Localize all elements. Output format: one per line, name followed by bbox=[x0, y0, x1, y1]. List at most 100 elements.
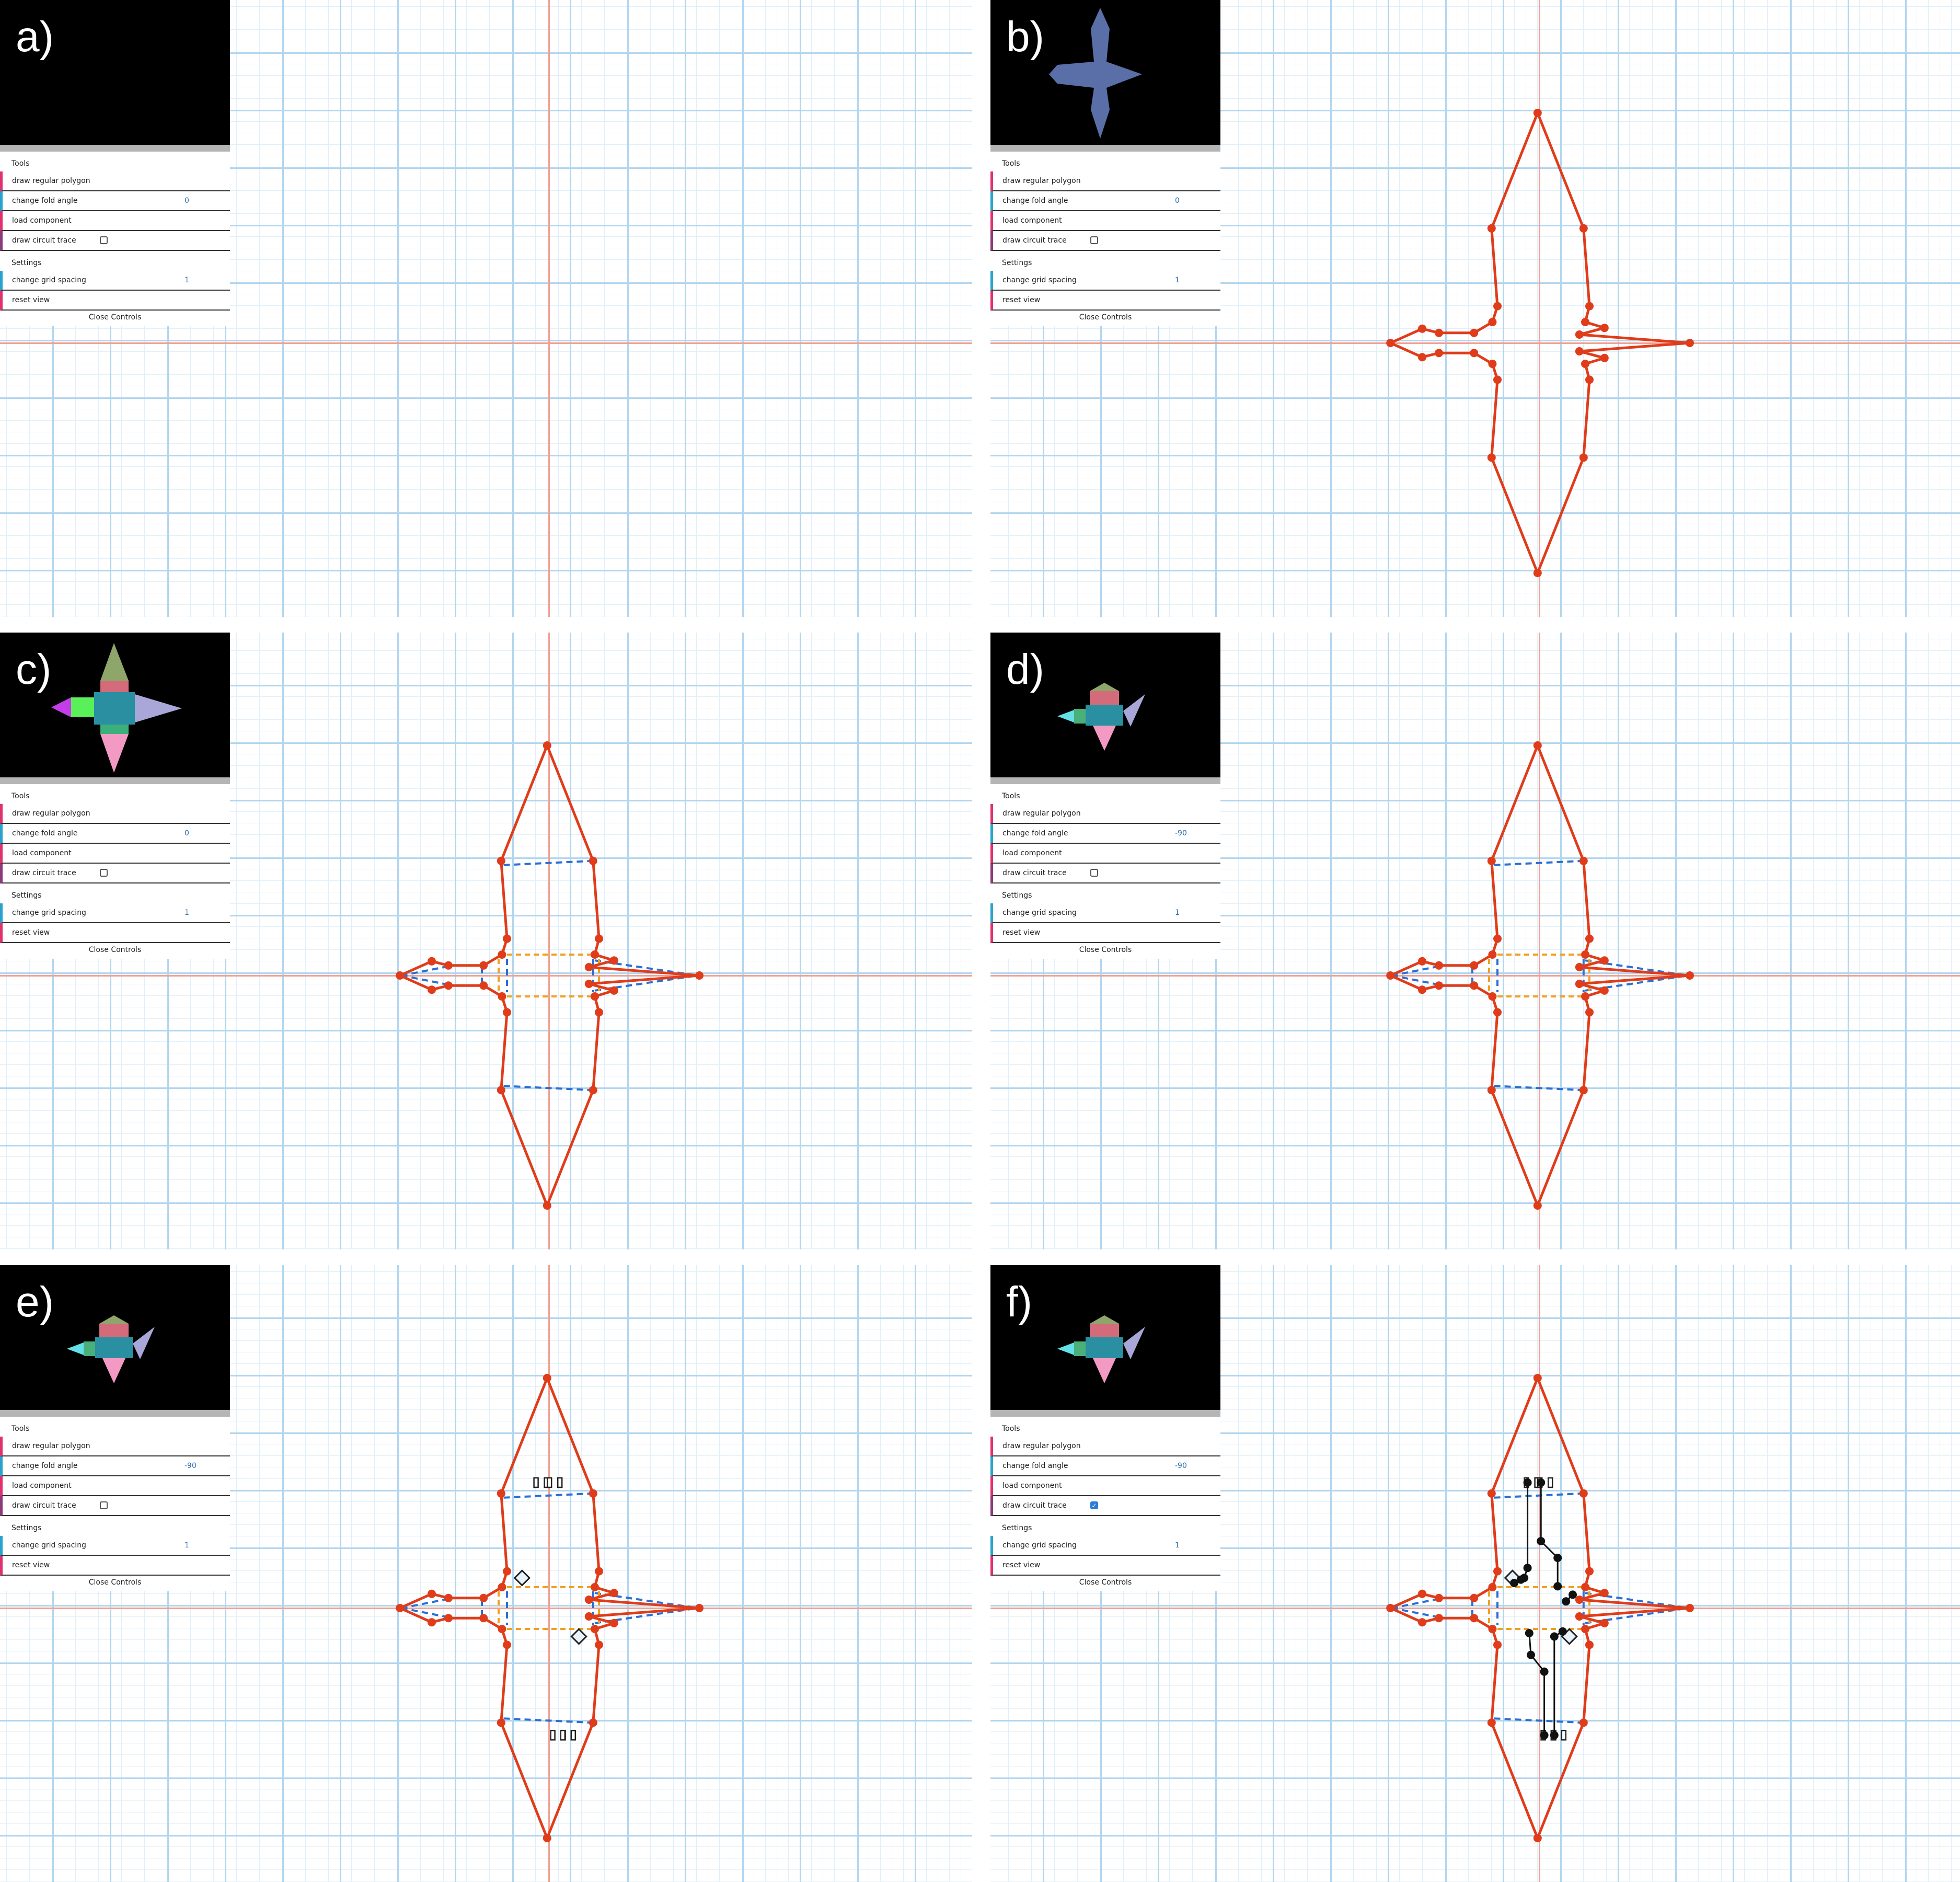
vertex-handle[interactable] bbox=[1418, 1589, 1426, 1598]
vertex-handle[interactable] bbox=[589, 856, 597, 865]
vertex-handle[interactable] bbox=[479, 981, 488, 990]
fold-angle-value[interactable]: 0 bbox=[185, 191, 189, 210]
draw-polygon-button[interactable]: draw regular polygon bbox=[990, 804, 1220, 824]
valley-fold-line[interactable] bbox=[503, 1717, 593, 1724]
trace-node[interactable] bbox=[1553, 1554, 1562, 1562]
vertex-handle[interactable] bbox=[591, 1625, 599, 1633]
vertex-handle[interactable] bbox=[609, 986, 618, 995]
vertex-handle[interactable] bbox=[1600, 1589, 1609, 1598]
vertex-handle[interactable] bbox=[1579, 224, 1588, 233]
vertex-handle[interactable] bbox=[1386, 339, 1395, 347]
trace-node[interactable] bbox=[1510, 1579, 1518, 1587]
vertex-handle[interactable] bbox=[444, 981, 453, 990]
vertex-handle[interactable] bbox=[591, 950, 599, 959]
close-controls-button[interactable]: Close Controls bbox=[990, 311, 1220, 326]
vertex-handle[interactable] bbox=[1575, 1612, 1584, 1621]
vertex-handle[interactable] bbox=[1585, 1567, 1594, 1576]
vertex-handle[interactable] bbox=[1435, 349, 1443, 358]
trace-node[interactable] bbox=[1537, 1478, 1546, 1487]
trace-node[interactable] bbox=[1569, 1590, 1577, 1599]
draw-polygon-button[interactable]: draw regular polygon bbox=[0, 804, 230, 824]
vertex-handle[interactable] bbox=[1488, 318, 1497, 326]
circuit-trace-control[interactable]: draw circuit trace bbox=[0, 1496, 230, 1516]
connector-pad[interactable] bbox=[546, 1477, 552, 1488]
vertex-handle[interactable] bbox=[498, 1583, 506, 1591]
vertex-handle[interactable] bbox=[1435, 1593, 1443, 1602]
vertex-handle[interactable] bbox=[589, 1086, 597, 1095]
vertex-handle[interactable] bbox=[444, 961, 453, 970]
connector-pad[interactable] bbox=[560, 1729, 566, 1741]
vertex-handle[interactable] bbox=[584, 1612, 593, 1621]
circuit-trace-checkbox[interactable] bbox=[100, 236, 108, 244]
fold-angle-value[interactable]: 0 bbox=[185, 824, 189, 843]
vertex-handle[interactable] bbox=[1533, 741, 1542, 750]
close-controls-button[interactable]: Close Controls bbox=[990, 943, 1220, 959]
grid-spacing-value[interactable]: 1 bbox=[185, 271, 189, 290]
valley-fold-line[interactable] bbox=[503, 859, 593, 866]
vertex-handle[interactable] bbox=[1487, 856, 1496, 865]
vertex-handle[interactable] bbox=[444, 1593, 453, 1602]
grid-spacing-value[interactable]: 1 bbox=[1175, 271, 1180, 290]
vertex-handle[interactable] bbox=[497, 1718, 505, 1727]
fold-angle-control[interactable]: change fold angle -90 bbox=[990, 824, 1220, 844]
vertex-handle[interactable] bbox=[609, 956, 618, 965]
vertex-handle[interactable] bbox=[1575, 330, 1584, 339]
fold-angle-value[interactable]: -90 bbox=[1175, 1456, 1187, 1475]
vertex-handle[interactable] bbox=[589, 1718, 597, 1727]
net-outline[interactable] bbox=[398, 1376, 701, 1840]
draw-polygon-button[interactable]: draw regular polygon bbox=[990, 171, 1220, 191]
trace-node[interactable] bbox=[1550, 1632, 1559, 1641]
trace-node[interactable] bbox=[1558, 1627, 1567, 1636]
vertex-handle[interactable] bbox=[1581, 1583, 1589, 1591]
vertex-handle[interactable] bbox=[1575, 347, 1584, 355]
vertex-handle[interactable] bbox=[591, 992, 599, 1001]
vertex-handle[interactable] bbox=[1487, 453, 1496, 462]
vertex-handle[interactable] bbox=[1686, 971, 1694, 980]
vertex-handle[interactable] bbox=[584, 980, 593, 988]
3d-preview[interactable]: e) bbox=[0, 1265, 230, 1410]
3d-preview[interactable]: d) bbox=[990, 633, 1220, 777]
circuit-trace[interactable] bbox=[1540, 1483, 1559, 1587]
vertex-handle[interactable] bbox=[1470, 1614, 1479, 1623]
fold-angle-value[interactable]: -90 bbox=[185, 1456, 197, 1475]
circuit-trace-checkbox[interactable] bbox=[1090, 236, 1098, 244]
circuit-trace-checkbox[interactable] bbox=[1090, 869, 1098, 877]
preview-resize-bar[interactable] bbox=[0, 145, 230, 152]
workspace-panel[interactable]: a) Tools draw regular polygon change fol… bbox=[0, 0, 972, 617]
vertex-handle[interactable] bbox=[695, 971, 704, 980]
vertex-handle[interactable] bbox=[1386, 1604, 1395, 1612]
vertex-handle[interactable] bbox=[1493, 302, 1502, 311]
vertex-handle[interactable] bbox=[1579, 1718, 1588, 1727]
3d-preview[interactable]: a) bbox=[0, 0, 230, 145]
connector-pad[interactable] bbox=[533, 1477, 539, 1488]
trace-node[interactable] bbox=[1553, 1582, 1562, 1591]
reset-view-button[interactable]: reset view bbox=[990, 923, 1220, 943]
workspace-panel[interactable]: b) Tools draw regular polygon change fol… bbox=[990, 0, 1960, 617]
grid-spacing-control[interactable]: change grid spacing 1 bbox=[0, 903, 230, 923]
vertex-handle[interactable] bbox=[543, 741, 551, 750]
load-component-button[interactable]: load component bbox=[0, 844, 230, 864]
vertex-handle[interactable] bbox=[1435, 328, 1443, 337]
trace-node[interactable] bbox=[1550, 1731, 1559, 1740]
workspace-panel[interactable]: c) Tools draw regular polygon change fol… bbox=[0, 633, 972, 1249]
vertex-handle[interactable] bbox=[1579, 1086, 1588, 1095]
trace-node[interactable] bbox=[1525, 1629, 1534, 1637]
vertex-handle[interactable] bbox=[595, 1567, 603, 1576]
vertex-handle[interactable] bbox=[1418, 957, 1426, 966]
trace-node[interactable] bbox=[1540, 1667, 1549, 1676]
3d-preview[interactable]: b) bbox=[990, 0, 1220, 145]
vertex-handle[interactable] bbox=[479, 1614, 488, 1623]
fold-angle-control[interactable]: change fold angle 0 bbox=[990, 191, 1220, 211]
vertex-handle[interactable] bbox=[497, 1086, 505, 1095]
vertex-handle[interactable] bbox=[1585, 934, 1594, 943]
circuit-trace-control[interactable]: draw circuit trace bbox=[990, 231, 1220, 251]
grid-spacing-control[interactable]: change grid spacing 1 bbox=[0, 1536, 230, 1556]
draw-polygon-button[interactable]: draw regular polygon bbox=[0, 1437, 230, 1456]
vertex-handle[interactable] bbox=[595, 1640, 603, 1649]
grid-spacing-control[interactable]: change grid spacing 1 bbox=[990, 1536, 1220, 1556]
load-component-button[interactable]: load component bbox=[990, 211, 1220, 231]
vertex-handle[interactable] bbox=[1600, 1619, 1609, 1627]
led-component[interactable] bbox=[570, 1628, 587, 1645]
vertex-handle[interactable] bbox=[1600, 353, 1609, 362]
reset-view-button[interactable]: reset view bbox=[0, 1556, 230, 1576]
